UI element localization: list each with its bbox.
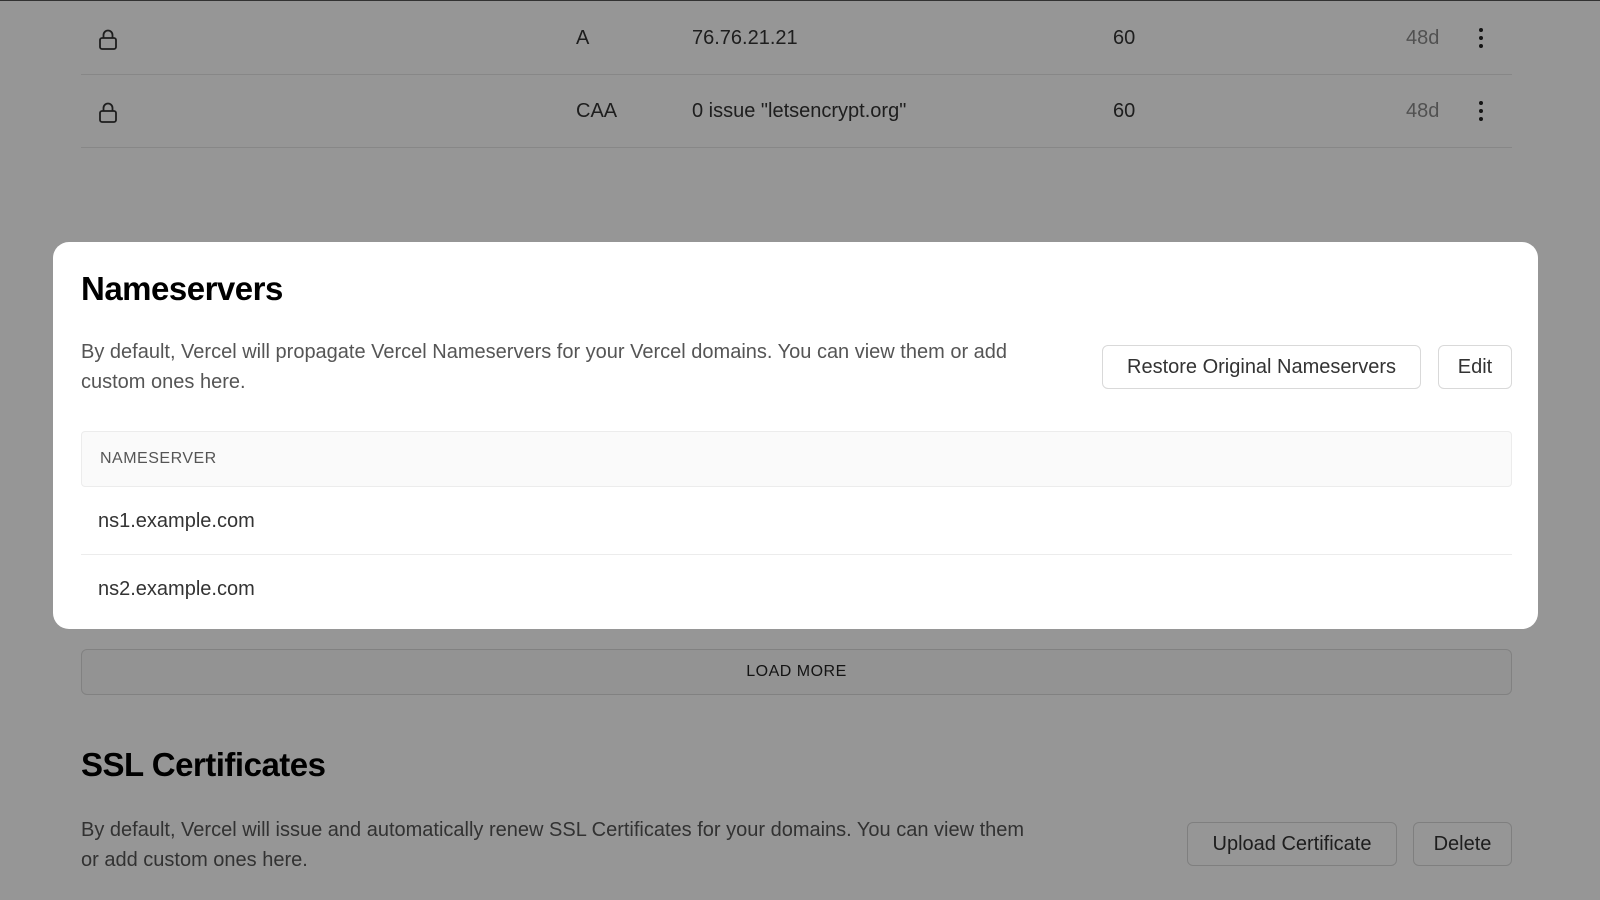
modal-title: Nameservers <box>81 270 283 307</box>
nameservers-table: NAMESERVER ns1.example.com ns2.example.c… <box>81 431 1512 623</box>
modal-description: By default, Vercel will propagate Vercel… <box>81 341 1008 393</box>
nameserver-row: ns2.example.com <box>98 578 255 600</box>
nameservers-modal: Nameservers By default, Vercel will prop… <box>53 242 1538 629</box>
nameserver-column-header: NAMESERVER <box>81 431 1512 487</box>
nameserver-row: ns1.example.com <box>81 487 1512 555</box>
restore-nameservers-button[interactable]: Restore Original Nameservers <box>1102 345 1421 389</box>
edit-nameservers-button[interactable]: Edit <box>1438 345 1512 389</box>
